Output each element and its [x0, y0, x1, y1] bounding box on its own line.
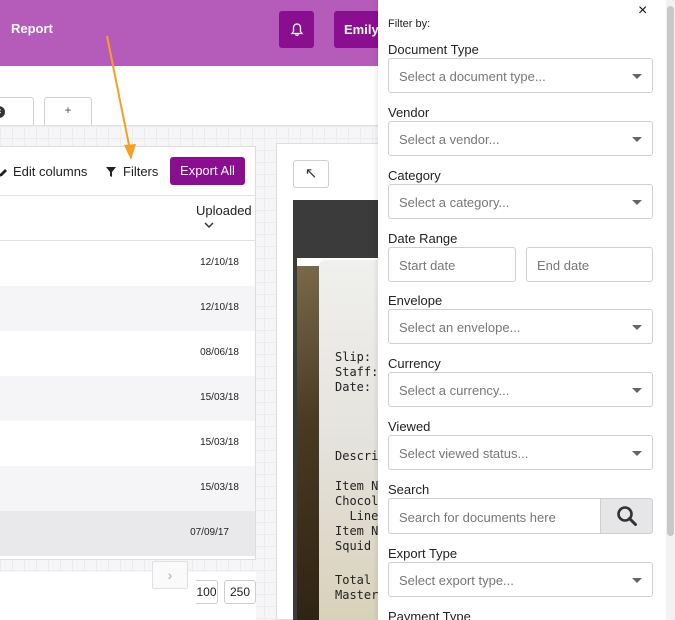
bell-icon — [290, 22, 303, 36]
viewed-label: Viewed — [388, 419, 431, 434]
vendor-select[interactable]: Select a vendor... — [388, 121, 653, 156]
export-type-select[interactable]: Select export type... — [388, 562, 653, 597]
search-button[interactable] — [600, 498, 653, 534]
documents-panel: Edit columns Filters Export All Uploaded… — [0, 146, 256, 560]
uploaded-date: 15/03/18 — [200, 392, 239, 403]
currency-placeholder: Select a currency... — [399, 383, 510, 398]
receipt-text-item-1-line: Line — [335, 509, 379, 523]
expand-arrow-icon[interactable]: ↖ — [293, 160, 329, 188]
search-icon — [616, 506, 637, 526]
edit-columns-label: Edit columns — [13, 164, 88, 179]
uploaded-date: 15/03/18 — [200, 482, 239, 493]
table-row[interactable]: 15/03/18 — [0, 421, 255, 466]
pencil-icon — [0, 168, 7, 177]
filter-scrollbar-thumb[interactable] — [667, 6, 674, 536]
category-placeholder: Select a category... — [399, 195, 510, 210]
filter-panel: × Filter by: Document Type Select a docu… — [378, 0, 675, 620]
receipt-text-date: Date: — [335, 380, 372, 394]
category-label: Category — [388, 168, 441, 183]
caret-down-icon — [632, 200, 642, 205]
uploaded-column-header[interactable]: Uploaded — [196, 203, 252, 218]
caret-down-icon — [632, 388, 642, 393]
uploaded-date: 12/10/18 — [200, 302, 239, 313]
viewed-select[interactable]: Select viewed status... — [388, 435, 653, 470]
document-type-label: Document Type — [388, 42, 479, 57]
caret-down-icon — [632, 451, 642, 456]
uploaded-date: 08/06/18 — [200, 347, 239, 358]
vendor-placeholder: Select a vendor... — [399, 132, 500, 147]
start-date-placeholder: Start date — [399, 258, 456, 273]
filter-icon — [106, 166, 116, 177]
export-type-label: Export Type — [388, 546, 458, 561]
close-icon[interactable]: × — [638, 2, 647, 20]
start-date-input[interactable]: Start date — [388, 247, 516, 282]
vendor-label: Vendor — [388, 105, 430, 120]
uploaded-date: 07/09/17 — [190, 527, 229, 538]
caret-down-icon — [632, 325, 642, 330]
envelope-select[interactable]: Select an envelope... — [388, 309, 653, 344]
envelope-placeholder: Select an envelope... — [399, 320, 521, 335]
page-size-250[interactable]: 250 — [224, 580, 256, 604]
table-row[interactable]: 15/03/18 — [0, 466, 255, 511]
caret-down-icon — [632, 74, 642, 79]
receipt-text-slip: Slip: — [335, 350, 372, 364]
notifications-button[interactable] — [279, 11, 314, 48]
envelope-label: Envelope — [388, 293, 443, 308]
tab-bar: × + — [0, 66, 380, 126]
table-row[interactable]: 08/06/18 — [0, 331, 255, 376]
next-page-button[interactable]: › — [152, 561, 188, 589]
date-range-label: Date Range — [388, 231, 458, 246]
receipt-text-staff: Staff: — [335, 365, 379, 379]
search-placeholder: Search for documents here — [399, 510, 556, 525]
search-input[interactable]: Search for documents here — [388, 498, 601, 534]
filters-button[interactable]: Filters — [105, 164, 158, 179]
table-row[interactable]: 12/10/18 — [0, 286, 255, 331]
table-row-selected[interactable]: 07/09/17 — [0, 511, 255, 556]
document-tab[interactable]: × — [0, 97, 34, 125]
caret-down-icon — [632, 137, 642, 142]
add-tab-button[interactable]: + — [44, 97, 92, 125]
plus-icon: + — [64, 103, 72, 117]
currency-label: Currency — [388, 356, 441, 371]
uploaded-date: 12/10/18 — [200, 257, 239, 268]
filters-label: Filters — [123, 164, 159, 179]
document-type-select[interactable]: Select a document type... — [388, 58, 653, 93]
currency-select[interactable]: Select a currency... — [388, 372, 653, 407]
documents-toolbar: Edit columns Filters Export All — [0, 147, 255, 196]
uploaded-date: 15/03/18 — [200, 437, 239, 448]
chevron-down-icon[interactable] — [204, 221, 214, 229]
close-icon[interactable]: × — [0, 106, 5, 118]
viewed-placeholder: Select viewed status... — [399, 446, 529, 461]
edit-columns-button[interactable]: Edit columns — [0, 164, 87, 179]
search-label: Search — [388, 482, 430, 497]
documents-table-body: 12/10/18 12/10/18 08/06/18 15/03/18 15/0… — [0, 241, 255, 556]
payment-type-label: Payment Type — [388, 609, 471, 620]
document-type-placeholder: Select a document type... — [399, 69, 546, 84]
page-size-100[interactable]: 100 — [196, 580, 218, 604]
category-select[interactable]: Select a category... — [388, 184, 653, 219]
caret-down-icon — [632, 578, 642, 583]
export-type-placeholder: Select export type... — [399, 573, 514, 588]
table-row[interactable]: 12/10/18 — [0, 241, 255, 286]
brand-title[interactable]: Report — [11, 21, 53, 36]
filter-title: Filter by: — [388, 18, 431, 30]
table-row[interactable]: 15/03/18 — [0, 376, 255, 421]
end-date-input[interactable]: End date — [526, 247, 653, 282]
end-date-placeholder: End date — [537, 258, 590, 273]
export-all-button[interactable]: Export All — [170, 157, 245, 185]
